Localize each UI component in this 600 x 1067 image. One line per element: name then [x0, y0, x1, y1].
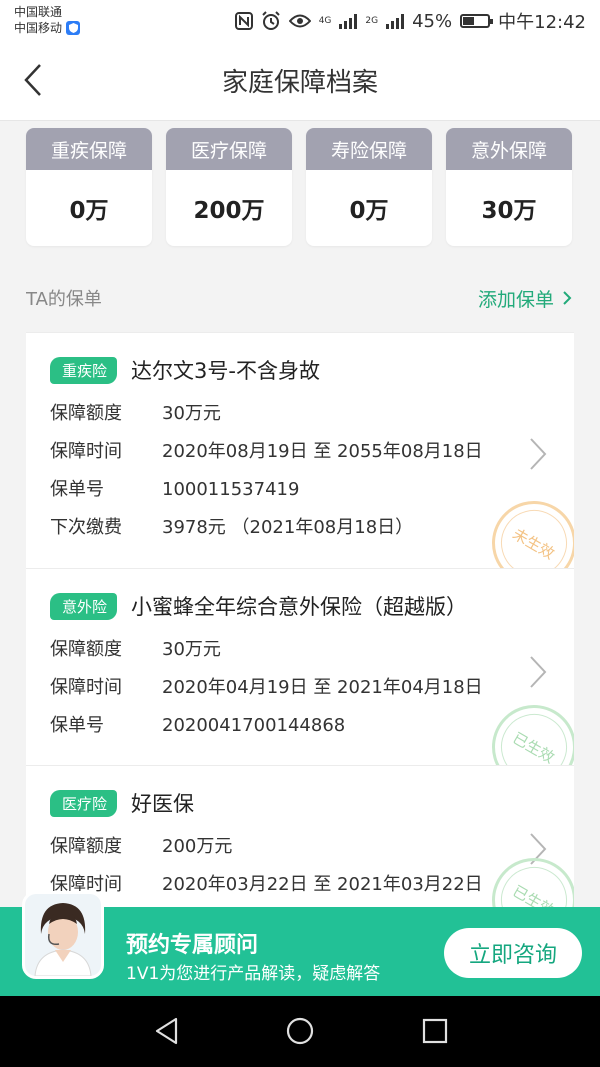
summary-card-critical-illness[interactable]: 重疾保障 0万 — [26, 128, 152, 246]
carrier-1: 中国联通 — [14, 5, 63, 19]
app-header: 家庭保障档案 — [0, 40, 600, 121]
field-value: 100011537419 — [162, 479, 300, 500]
policy-field-row: 保障时间 2020年04月19日 至 2021年04月18日 — [50, 669, 574, 707]
policy-title-row: 重疾险 达尔文3号-不含身故 — [50, 355, 574, 385]
field-value: 30万元 — [162, 403, 221, 424]
advisor-avatar — [22, 891, 104, 979]
add-policy-link[interactable]: 添加保单 — [478, 285, 572, 312]
policy-card[interactable]: 重疾险 达尔文3号-不含身故 保障额度 30万元 保障时间 2020年08月19… — [26, 332, 574, 601]
eye-icon — [288, 14, 311, 28]
consult-banner: 预约专属顾问 1V1为您进行产品解读，疑虑解答 立即咨询 — [0, 891, 600, 996]
battery-percent: 45% — [412, 10, 453, 32]
field-value: 200万元 — [162, 836, 233, 857]
consult-now-button[interactable]: 立即咨询 — [444, 928, 582, 978]
policy-field-row: 保障额度 200万元 — [50, 828, 574, 866]
status-stamp-label: 已生效 — [509, 728, 558, 767]
summary-card-value: 200万 — [193, 198, 265, 224]
alarm-icon — [261, 11, 280, 30]
policy-type-badge: 医疗险 — [50, 789, 118, 817]
field-value: 2020年03月22日 至 2021年03月22日 — [162, 874, 483, 895]
coverage-summary: 重疾保障 0万 医疗保障 200万 寿险保障 0万 意外保障 30万 — [26, 128, 574, 246]
field-label: 保障额度 — [50, 403, 122, 424]
clock: 中午12:42 — [498, 12, 586, 33]
field-label: 保障时间 — [50, 441, 122, 462]
security-shield-icon — [66, 21, 81, 35]
nfc-icon — [234, 12, 253, 30]
summary-card-label: 寿险保障 — [306, 128, 432, 170]
policy-type-badge: 意外险 — [50, 592, 118, 620]
policy-field-row: 保障时间 2020年08月19日 至 2055年08月18日 — [50, 433, 574, 471]
field-label: 下次缴费 — [50, 517, 122, 538]
summary-card-value: 0万 — [69, 198, 109, 224]
advisor-portrait-icon — [25, 894, 101, 976]
carrier-info: 中国联通 中国移动 — [14, 4, 81, 36]
field-label: 保单号 — [50, 715, 104, 736]
field-value: 2020年08月19日 至 2055年08月18日 — [162, 441, 483, 462]
policy-card[interactable]: 意外险 小蜜蜂全年综合意外保险（超越版） 保障额度 30万元 保障时间 2020… — [26, 568, 574, 805]
field-label: 保障额度 — [50, 836, 122, 857]
policy-card[interactable]: 医疗险 好医保 保障额度 200万元 保障时间 2020年03月22日 至 20… — [26, 765, 574, 924]
status-bar: 中国联通 中国移动 4G 2G 45% 中午12:42 — [0, 0, 600, 40]
nav-back-icon[interactable] — [152, 1016, 182, 1046]
policy-field-row: 保单号 100011537419 — [50, 471, 574, 509]
signal-4g-icon — [339, 13, 358, 29]
field-value: 3978元 （2021年08月18日） — [162, 517, 414, 538]
policy-title-row: 意外险 小蜜蜂全年综合意外保险（超越版） — [50, 591, 574, 621]
policies-section: TA的保单 添加保单 重疾险 达尔文3号-不含身故 保障额度 30万元 保障时间… — [26, 264, 574, 924]
signal-2g-icon — [386, 13, 405, 29]
summary-card-life[interactable]: 寿险保障 0万 — [306, 128, 432, 246]
network-2g-label: 2G — [365, 15, 379, 26]
chevron-right-icon — [530, 438, 547, 470]
field-label: 保障额度 — [50, 639, 122, 660]
nav-recents-icon[interactable] — [420, 1016, 450, 1046]
summary-card-label: 重疾保障 — [26, 128, 152, 170]
policy-field-row: 保障额度 30万元 — [50, 395, 574, 433]
battery-icon — [460, 14, 494, 28]
chevron-right-icon — [563, 291, 572, 305]
consult-banner-title: 预约专属顾问 — [126, 933, 259, 958]
add-policy-label: 添加保单 — [477, 288, 554, 311]
policy-name: 小蜜蜂全年综合意外保险（超越版） — [131, 595, 468, 619]
summary-card-label: 医疗保障 — [166, 128, 292, 170]
policies-section-header: TA的保单 添加保单 — [26, 264, 574, 332]
policy-field-row: 保障额度 30万元 — [50, 631, 574, 669]
summary-card-value: 30万 — [481, 198, 537, 224]
page-title: 家庭保障档案 — [221, 68, 378, 98]
summary-card-accident[interactable]: 意外保障 30万 — [446, 128, 572, 246]
summary-card-value: 0万 — [349, 198, 389, 224]
section-label: TA的保单 — [26, 289, 102, 310]
field-value: 2020年04月19日 至 2021年04月18日 — [162, 677, 483, 698]
summary-card-label: 意外保障 — [446, 128, 572, 170]
status-stamp-label: 未生效 — [509, 524, 558, 563]
status-icons: 4G 2G 45% 中午12:42 — [234, 8, 586, 34]
carrier-2: 中国移动 — [14, 21, 63, 35]
field-value: 2020041700144868 — [162, 715, 346, 736]
policy-name: 好医保 — [131, 792, 195, 816]
field-label: 保单号 — [50, 479, 104, 500]
field-label: 保障时间 — [50, 677, 122, 698]
policy-title-row: 医疗险 好医保 — [50, 788, 574, 818]
nav-home-icon[interactable] — [285, 1016, 315, 1046]
policy-name: 达尔文3号-不含身故 — [131, 359, 320, 383]
consult-banner-subtitle: 1V1为您进行产品解读，疑虑解答 — [126, 964, 381, 984]
summary-card-medical[interactable]: 医疗保障 200万 — [166, 128, 292, 246]
policy-type-badge: 重疾险 — [50, 356, 118, 384]
chevron-right-icon — [530, 656, 547, 688]
network-4g-label: 4G — [318, 15, 332, 26]
system-nav-bar — [0, 996, 600, 1067]
field-value: 30万元 — [162, 639, 221, 660]
